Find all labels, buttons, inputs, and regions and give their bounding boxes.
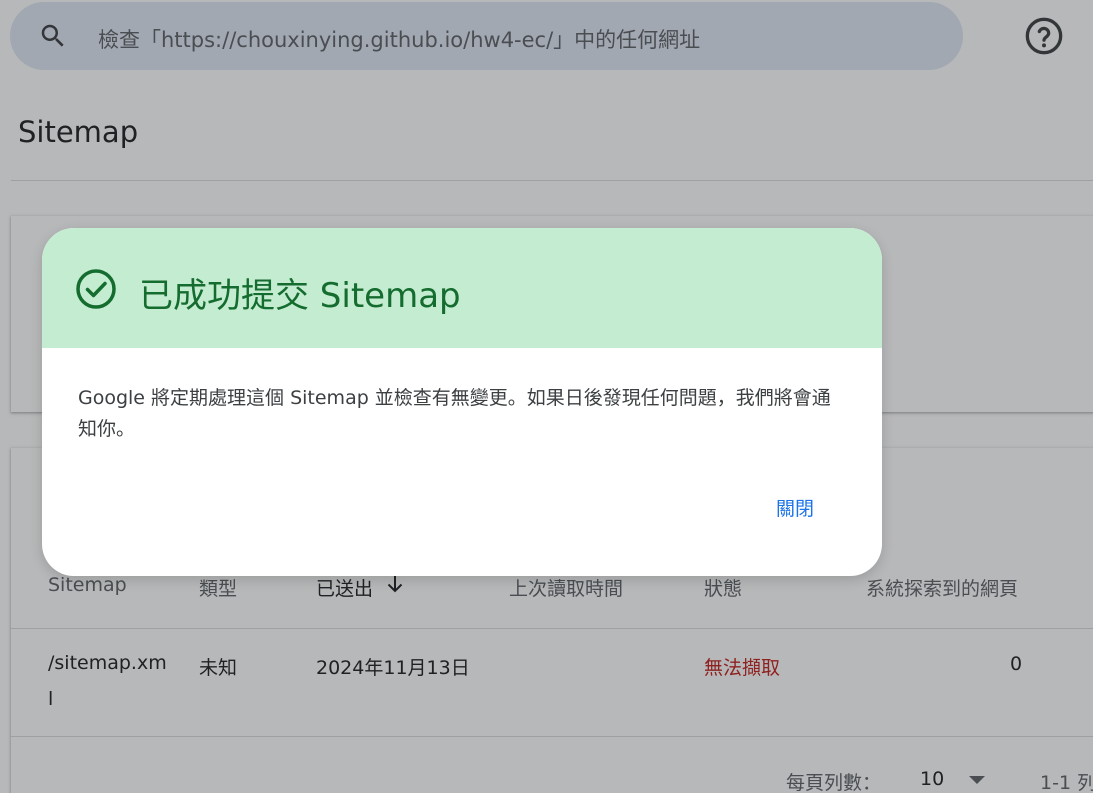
close-button[interactable]: 關閉 [760,490,830,525]
dialog-header: 已成功提交 Sitemap [42,228,882,348]
dialog-message: Google 將定期處理這個 Sitemap 並檢查有無變更。如果日後發現任何問… [78,387,831,440]
check-circle-icon [76,269,116,309]
page: 檢查「https://chouxinying.github.io/hw4-ec/… [0,0,1093,793]
dialog-title: 已成功提交 Sitemap [139,276,461,316]
success-dialog: 已成功提交 Sitemap Google 將定期處理這個 Sitemap 並檢查… [42,228,882,576]
